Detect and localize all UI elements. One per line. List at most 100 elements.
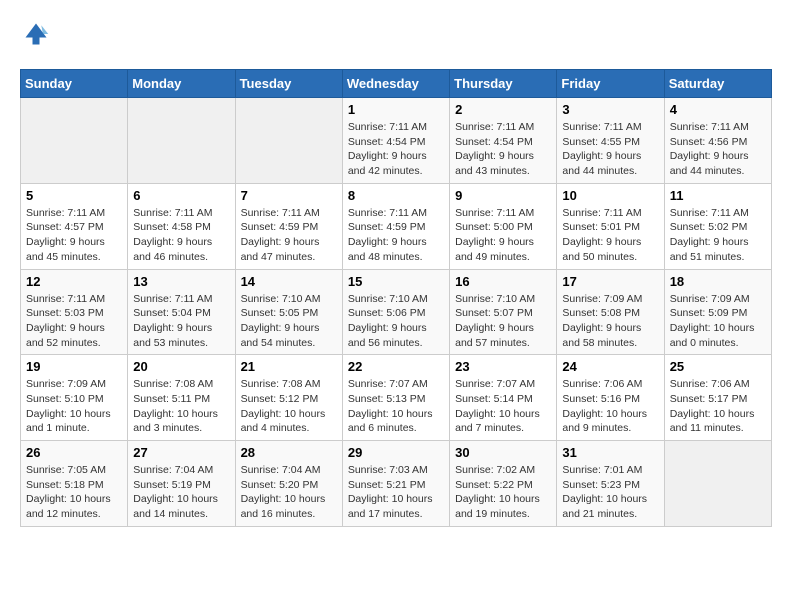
day-number: 19 bbox=[26, 359, 122, 374]
calendar-cell: 22 Sunrise: 7:07 AM Sunset: 5:13 PM Dayl… bbox=[342, 355, 449, 441]
day-number: 23 bbox=[455, 359, 551, 374]
calendar-cell bbox=[235, 98, 342, 184]
day-detail: Sunrise: 7:09 AM Sunset: 5:10 PM Dayligh… bbox=[26, 377, 122, 436]
day-number: 21 bbox=[241, 359, 337, 374]
calendar-cell: 25 Sunrise: 7:06 AM Sunset: 5:17 PM Dayl… bbox=[664, 355, 771, 441]
day-detail: Sunrise: 7:11 AM Sunset: 4:54 PM Dayligh… bbox=[348, 120, 444, 179]
day-detail: Sunrise: 7:11 AM Sunset: 4:59 PM Dayligh… bbox=[348, 206, 444, 265]
day-detail: Sunrise: 7:04 AM Sunset: 5:19 PM Dayligh… bbox=[133, 463, 229, 522]
calendar-cell: 29 Sunrise: 7:03 AM Sunset: 5:21 PM Dayl… bbox=[342, 441, 449, 527]
day-detail: Sunrise: 7:11 AM Sunset: 5:03 PM Dayligh… bbox=[26, 292, 122, 351]
day-number: 9 bbox=[455, 188, 551, 203]
day-number: 30 bbox=[455, 445, 551, 460]
calendar-table: SundayMondayTuesdayWednesdayThursdayFrid… bbox=[20, 69, 772, 527]
day-number: 6 bbox=[133, 188, 229, 203]
weekday-header-monday: Monday bbox=[128, 70, 235, 98]
day-detail: Sunrise: 7:03 AM Sunset: 5:21 PM Dayligh… bbox=[348, 463, 444, 522]
weekday-header-row: SundayMondayTuesdayWednesdayThursdayFrid… bbox=[21, 70, 772, 98]
day-number: 13 bbox=[133, 274, 229, 289]
calendar-cell: 17 Sunrise: 7:09 AM Sunset: 5:08 PM Dayl… bbox=[557, 269, 664, 355]
calendar-cell: 28 Sunrise: 7:04 AM Sunset: 5:20 PM Dayl… bbox=[235, 441, 342, 527]
day-detail: Sunrise: 7:06 AM Sunset: 5:17 PM Dayligh… bbox=[670, 377, 766, 436]
day-number: 1 bbox=[348, 102, 444, 117]
day-detail: Sunrise: 7:10 AM Sunset: 5:07 PM Dayligh… bbox=[455, 292, 551, 351]
day-number: 4 bbox=[670, 102, 766, 117]
calendar-cell: 19 Sunrise: 7:09 AM Sunset: 5:10 PM Dayl… bbox=[21, 355, 128, 441]
day-number: 15 bbox=[348, 274, 444, 289]
day-number: 22 bbox=[348, 359, 444, 374]
day-detail: Sunrise: 7:11 AM Sunset: 4:59 PM Dayligh… bbox=[241, 206, 337, 265]
day-number: 25 bbox=[670, 359, 766, 374]
week-row-5: 26 Sunrise: 7:05 AM Sunset: 5:18 PM Dayl… bbox=[21, 441, 772, 527]
day-detail: Sunrise: 7:04 AM Sunset: 5:20 PM Dayligh… bbox=[241, 463, 337, 522]
calendar-cell bbox=[21, 98, 128, 184]
calendar-cell: 16 Sunrise: 7:10 AM Sunset: 5:07 PM Dayl… bbox=[450, 269, 557, 355]
day-detail: Sunrise: 7:07 AM Sunset: 5:13 PM Dayligh… bbox=[348, 377, 444, 436]
calendar-cell: 13 Sunrise: 7:11 AM Sunset: 5:04 PM Dayl… bbox=[128, 269, 235, 355]
day-detail: Sunrise: 7:11 AM Sunset: 5:02 PM Dayligh… bbox=[670, 206, 766, 265]
calendar-cell: 14 Sunrise: 7:10 AM Sunset: 5:05 PM Dayl… bbox=[235, 269, 342, 355]
day-detail: Sunrise: 7:09 AM Sunset: 5:09 PM Dayligh… bbox=[670, 292, 766, 351]
calendar-cell: 12 Sunrise: 7:11 AM Sunset: 5:03 PM Dayl… bbox=[21, 269, 128, 355]
day-detail: Sunrise: 7:10 AM Sunset: 5:06 PM Dayligh… bbox=[348, 292, 444, 351]
calendar-cell: 7 Sunrise: 7:11 AM Sunset: 4:59 PM Dayli… bbox=[235, 183, 342, 269]
calendar-cell bbox=[664, 441, 771, 527]
weekday-header-saturday: Saturday bbox=[664, 70, 771, 98]
day-number: 10 bbox=[562, 188, 658, 203]
week-row-1: 1 Sunrise: 7:11 AM Sunset: 4:54 PM Dayli… bbox=[21, 98, 772, 184]
day-number: 11 bbox=[670, 188, 766, 203]
day-detail: Sunrise: 7:11 AM Sunset: 4:56 PM Dayligh… bbox=[670, 120, 766, 179]
calendar-cell: 27 Sunrise: 7:04 AM Sunset: 5:19 PM Dayl… bbox=[128, 441, 235, 527]
day-number: 20 bbox=[133, 359, 229, 374]
day-number: 12 bbox=[26, 274, 122, 289]
week-row-4: 19 Sunrise: 7:09 AM Sunset: 5:10 PM Dayl… bbox=[21, 355, 772, 441]
calendar-cell: 2 Sunrise: 7:11 AM Sunset: 4:54 PM Dayli… bbox=[450, 98, 557, 184]
day-number: 26 bbox=[26, 445, 122, 460]
calendar-cell: 9 Sunrise: 7:11 AM Sunset: 5:00 PM Dayli… bbox=[450, 183, 557, 269]
weekday-header-friday: Friday bbox=[557, 70, 664, 98]
day-detail: Sunrise: 7:05 AM Sunset: 5:18 PM Dayligh… bbox=[26, 463, 122, 522]
calendar-cell: 10 Sunrise: 7:11 AM Sunset: 5:01 PM Dayl… bbox=[557, 183, 664, 269]
day-number: 16 bbox=[455, 274, 551, 289]
day-number: 24 bbox=[562, 359, 658, 374]
day-detail: Sunrise: 7:08 AM Sunset: 5:12 PM Dayligh… bbox=[241, 377, 337, 436]
day-number: 2 bbox=[455, 102, 551, 117]
calendar-cell bbox=[128, 98, 235, 184]
calendar-cell: 30 Sunrise: 7:02 AM Sunset: 5:22 PM Dayl… bbox=[450, 441, 557, 527]
calendar-cell: 23 Sunrise: 7:07 AM Sunset: 5:14 PM Dayl… bbox=[450, 355, 557, 441]
day-detail: Sunrise: 7:11 AM Sunset: 5:01 PM Dayligh… bbox=[562, 206, 658, 265]
calendar-cell: 6 Sunrise: 7:11 AM Sunset: 4:58 PM Dayli… bbox=[128, 183, 235, 269]
weekday-header-sunday: Sunday bbox=[21, 70, 128, 98]
calendar-cell: 31 Sunrise: 7:01 AM Sunset: 5:23 PM Dayl… bbox=[557, 441, 664, 527]
day-number: 14 bbox=[241, 274, 337, 289]
page-header bbox=[20, 20, 772, 53]
day-detail: Sunrise: 7:11 AM Sunset: 4:54 PM Dayligh… bbox=[455, 120, 551, 179]
day-detail: Sunrise: 7:08 AM Sunset: 5:11 PM Dayligh… bbox=[133, 377, 229, 436]
day-number: 7 bbox=[241, 188, 337, 203]
day-detail: Sunrise: 7:07 AM Sunset: 5:14 PM Dayligh… bbox=[455, 377, 551, 436]
day-detail: Sunrise: 7:11 AM Sunset: 5:04 PM Dayligh… bbox=[133, 292, 229, 351]
day-number: 3 bbox=[562, 102, 658, 117]
weekday-header-thursday: Thursday bbox=[450, 70, 557, 98]
day-number: 31 bbox=[562, 445, 658, 460]
calendar-cell: 1 Sunrise: 7:11 AM Sunset: 4:54 PM Dayli… bbox=[342, 98, 449, 184]
day-detail: Sunrise: 7:11 AM Sunset: 4:57 PM Dayligh… bbox=[26, 206, 122, 265]
day-number: 5 bbox=[26, 188, 122, 203]
calendar-cell: 11 Sunrise: 7:11 AM Sunset: 5:02 PM Dayl… bbox=[664, 183, 771, 269]
calendar-cell: 24 Sunrise: 7:06 AM Sunset: 5:16 PM Dayl… bbox=[557, 355, 664, 441]
day-number: 18 bbox=[670, 274, 766, 289]
logo-icon bbox=[22, 20, 50, 48]
weekday-header-wednesday: Wednesday bbox=[342, 70, 449, 98]
day-number: 28 bbox=[241, 445, 337, 460]
calendar-cell: 15 Sunrise: 7:10 AM Sunset: 5:06 PM Dayl… bbox=[342, 269, 449, 355]
calendar-cell: 8 Sunrise: 7:11 AM Sunset: 4:59 PM Dayli… bbox=[342, 183, 449, 269]
calendar-cell: 3 Sunrise: 7:11 AM Sunset: 4:55 PM Dayli… bbox=[557, 98, 664, 184]
day-detail: Sunrise: 7:11 AM Sunset: 4:55 PM Dayligh… bbox=[562, 120, 658, 179]
calendar-cell: 5 Sunrise: 7:11 AM Sunset: 4:57 PM Dayli… bbox=[21, 183, 128, 269]
day-detail: Sunrise: 7:09 AM Sunset: 5:08 PM Dayligh… bbox=[562, 292, 658, 351]
weekday-header-tuesday: Tuesday bbox=[235, 70, 342, 98]
day-detail: Sunrise: 7:11 AM Sunset: 5:00 PM Dayligh… bbox=[455, 206, 551, 265]
day-number: 8 bbox=[348, 188, 444, 203]
day-detail: Sunrise: 7:11 AM Sunset: 4:58 PM Dayligh… bbox=[133, 206, 229, 265]
logo bbox=[20, 20, 50, 53]
